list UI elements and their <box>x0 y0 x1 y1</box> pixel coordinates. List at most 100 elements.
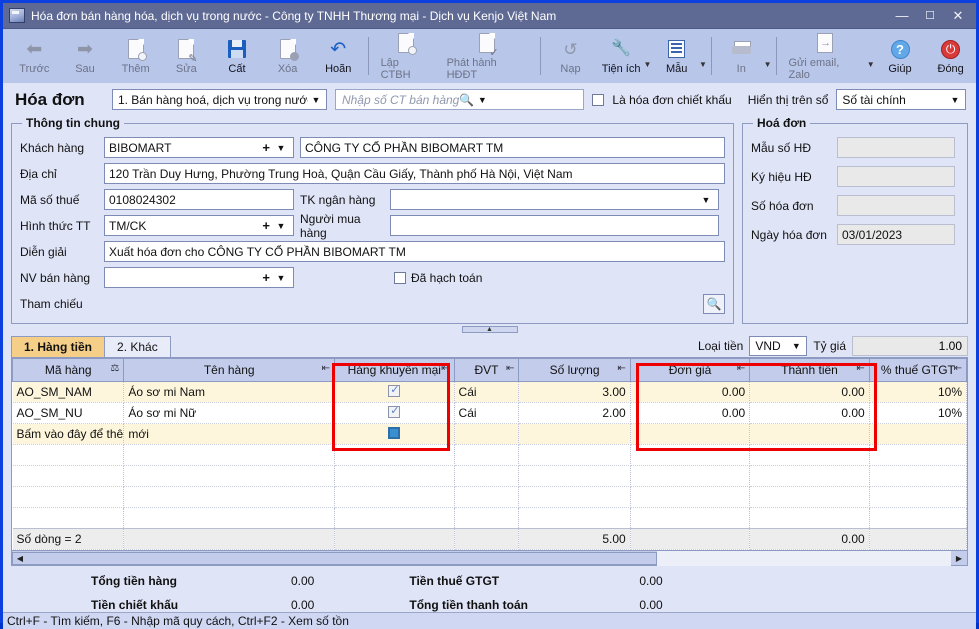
display-on-select[interactable]: Số tài chính ▼ <box>836 89 966 110</box>
cell-thanh-tien[interactable]: 0.00 <box>750 403 870 424</box>
toolbar-button-gui-email-zalo[interactable]: Gửi email, Zalo <box>780 29 869 83</box>
toolbar-button-dong[interactable]: ⏻ Đóng <box>925 29 976 83</box>
bank-account-input[interactable]: ▼ <box>390 189 719 210</box>
toolbar-button-sau[interactable]: ➡ Sau <box>60 29 111 83</box>
toolbar-button-them[interactable]: Thêm <box>110 29 161 83</box>
col-header-so-luong[interactable]: Số lượng⇤ <box>519 359 630 382</box>
col-header-hang-khuyen-mai[interactable]: Hàng khuyến mại⇤ <box>335 359 455 382</box>
buyer-input[interactable] <box>390 215 719 236</box>
grid-horizontal-scrollbar[interactable]: ◀ ▶ <box>12 550 967 565</box>
cell-ten-hang[interactable]: Áo sơ mi Nữ <box>124 403 335 424</box>
magnifier-icon[interactable]: 🔍 <box>703 294 725 314</box>
cell-ma-hang[interactable]: AO_SM_NAM <box>13 382 124 403</box>
search-dropdown-caret-icon[interactable]: ▼ <box>474 95 490 105</box>
cell-hang-khuyen-mai[interactable] <box>335 424 455 445</box>
cell-hang-khuyen-mai[interactable] <box>335 382 455 403</box>
col-header-thue-gtgt[interactable]: % thuế GTGT⇤ <box>869 359 966 382</box>
pin-icon[interactable]: ⇤ <box>856 363 864 374</box>
toolbar-button-cat[interactable]: Cất <box>212 29 263 83</box>
toolbar-button-nap[interactable]: ↺ Nạp <box>545 29 596 83</box>
cell-hang-khuyen-mai[interactable] <box>335 403 455 424</box>
toolbar-button-sua[interactable]: ✎ Sửa <box>161 29 212 83</box>
cell-add-new-hint[interactable]: Bấm vào đây để thêm <box>13 424 124 445</box>
posted-checkbox[interactable] <box>394 272 406 284</box>
pin-icon[interactable]: ⚖ <box>110 363 119 374</box>
tab-khac[interactable]: 2. Khác <box>104 336 171 357</box>
col-header-don-gia[interactable]: Đơn giá⇤ <box>630 359 750 382</box>
col-header-ten-hang[interactable]: Tên hàng⇤ <box>124 359 335 382</box>
cell-don-gia[interactable]: 0.00 <box>630 382 750 403</box>
payment-method-input[interactable]: TM/CK + ▼ <box>104 215 294 236</box>
table-row[interactable]: AO_SM_NAM Áo sơ mi Nam Cái 3.00 0.00 0.0… <box>13 382 967 403</box>
toolbar-button-giup[interactable]: ? Giúp <box>875 29 926 83</box>
scroll-right-icon[interactable]: ▶ <box>952 552 966 565</box>
template-no-input[interactable] <box>837 137 955 158</box>
add-salesperson-icon[interactable]: + <box>259 270 273 285</box>
toolbar-button-truoc[interactable]: ⬅ Trước <box>9 29 60 83</box>
splitter-handle-icon[interactable]: ▲ <box>462 326 518 333</box>
scrollbar-thumb[interactable] <box>12 552 657 565</box>
scrollbar-track[interactable] <box>657 551 951 566</box>
cell-ten-hang[interactable]: Áo sơ mi Nam <box>124 382 335 403</box>
description-input[interactable]: Xuất hóa đơn cho CÔNG TY CỔ PHẦN BIBOMAR… <box>104 241 725 262</box>
customer-name-input[interactable]: CÔNG TY CỔ PHẦN BIBOMART TM <box>300 137 725 158</box>
pin-icon[interactable]: ⇤ <box>441 363 449 374</box>
invoice-date-input[interactable]: 03/01/2023 <box>837 224 955 245</box>
toolbar-button-mau[interactable]: Mẫu <box>651 29 702 83</box>
chevron-down-icon[interactable]: ▼ <box>273 221 289 231</box>
cell-dvt[interactable] <box>454 424 519 445</box>
cell-add-new-hint-2[interactable]: mới <box>124 424 335 445</box>
promo-checkbox[interactable] <box>388 427 400 439</box>
scroll-left-icon[interactable]: ◀ <box>13 552 27 565</box>
cell-so-luong[interactable]: 2.00 <box>519 403 630 424</box>
customer-code-input[interactable]: BIBOMART + ▼ <box>104 137 294 158</box>
address-input[interactable]: 120 Trần Duy Hưng, Phường Trung Hoà, Quậ… <box>104 163 725 184</box>
chevron-down-icon[interactable]: ▼ <box>273 143 289 153</box>
table-row[interactable]: AO_SM_NU Áo sơ mi Nữ Cái 2.00 0.00 0.00 … <box>13 403 967 424</box>
cell-thanh-tien[interactable]: 0.00 <box>750 382 870 403</box>
cell-thanh-tien[interactable] <box>750 424 870 445</box>
toolbar-button-tien-ich[interactable]: 🔧 Tiện ích <box>596 29 647 83</box>
col-header-dvt[interactable]: ĐVT⇤ <box>454 359 519 382</box>
pin-icon[interactable]: ⇤ <box>737 363 745 374</box>
toolbar-button-hoan[interactable]: ↶ Hoãn <box>313 29 364 83</box>
toolbar-button-phat-hanh-hddt[interactable]: ✓ Phát hành HĐĐT <box>439 29 537 83</box>
symbol-input[interactable] <box>837 166 955 187</box>
chevron-down-icon[interactable]: ▼ <box>273 273 289 283</box>
pin-icon[interactable]: ⇤ <box>617 363 625 374</box>
pin-icon[interactable]: ⇤ <box>322 363 330 374</box>
cell-so-luong[interactable]: 3.00 <box>519 382 630 403</box>
discount-invoice-checkbox[interactable] <box>592 94 604 106</box>
cell-ma-hang[interactable]: AO_SM_NU <box>13 403 124 424</box>
chevron-down-icon[interactable]: ▼ <box>698 195 714 205</box>
cell-thue-gtgt[interactable] <box>869 424 966 445</box>
promo-checkbox[interactable] <box>388 385 400 397</box>
add-customer-icon[interactable]: + <box>259 140 273 155</box>
cell-dvt[interactable]: Cái <box>454 403 519 424</box>
search-icon[interactable]: 🔍 <box>459 93 474 107</box>
toolbar-button-in[interactable]: In <box>716 29 767 83</box>
cell-so-luong[interactable] <box>519 424 630 445</box>
col-header-thanh-tien[interactable]: Thành tiền⇤ <box>750 359 870 382</box>
invoice-type-select[interactable]: 1. Bán hàng hoá, dịch vụ trong nước ▼ <box>112 89 327 110</box>
promo-checkbox[interactable] <box>388 406 400 418</box>
toolbar-button-lap-ctbh[interactable]: Lập CTBH <box>373 29 439 83</box>
search-input[interactable]: Nhập số CT bán hàng 🔍 ▼ <box>335 89 584 110</box>
pin-icon[interactable]: ⇤ <box>954 363 962 374</box>
currency-select[interactable]: VND ▼ <box>749 336 807 356</box>
toolbar-button-xoa[interactable]: Xóa <box>262 29 313 83</box>
col-header-ma-hang[interactable]: Mã hàng⚖ <box>13 359 124 382</box>
add-payment-method-icon[interactable]: + <box>259 218 273 233</box>
pin-icon[interactable]: ⇤ <box>506 363 514 374</box>
cell-dvt[interactable]: Cái <box>454 382 519 403</box>
invoice-no-input[interactable] <box>837 195 955 216</box>
tax-code-input[interactable]: 0108024302 <box>104 189 294 210</box>
maximize-button[interactable]: ☐ <box>916 3 944 28</box>
tab-hang-tien[interactable]: 1. Hàng tiền <box>11 336 105 357</box>
minimize-button[interactable]: — <box>888 3 916 28</box>
salesperson-input[interactable]: + ▼ <box>104 267 294 288</box>
exchange-rate-input[interactable]: 1.00 <box>852 336 968 356</box>
panel-splitter[interactable]: ▲ <box>11 324 968 335</box>
table-row-add-new[interactable]: Bấm vào đây để thêm mới <box>13 424 967 445</box>
cell-thue-gtgt[interactable]: 10% <box>869 403 966 424</box>
